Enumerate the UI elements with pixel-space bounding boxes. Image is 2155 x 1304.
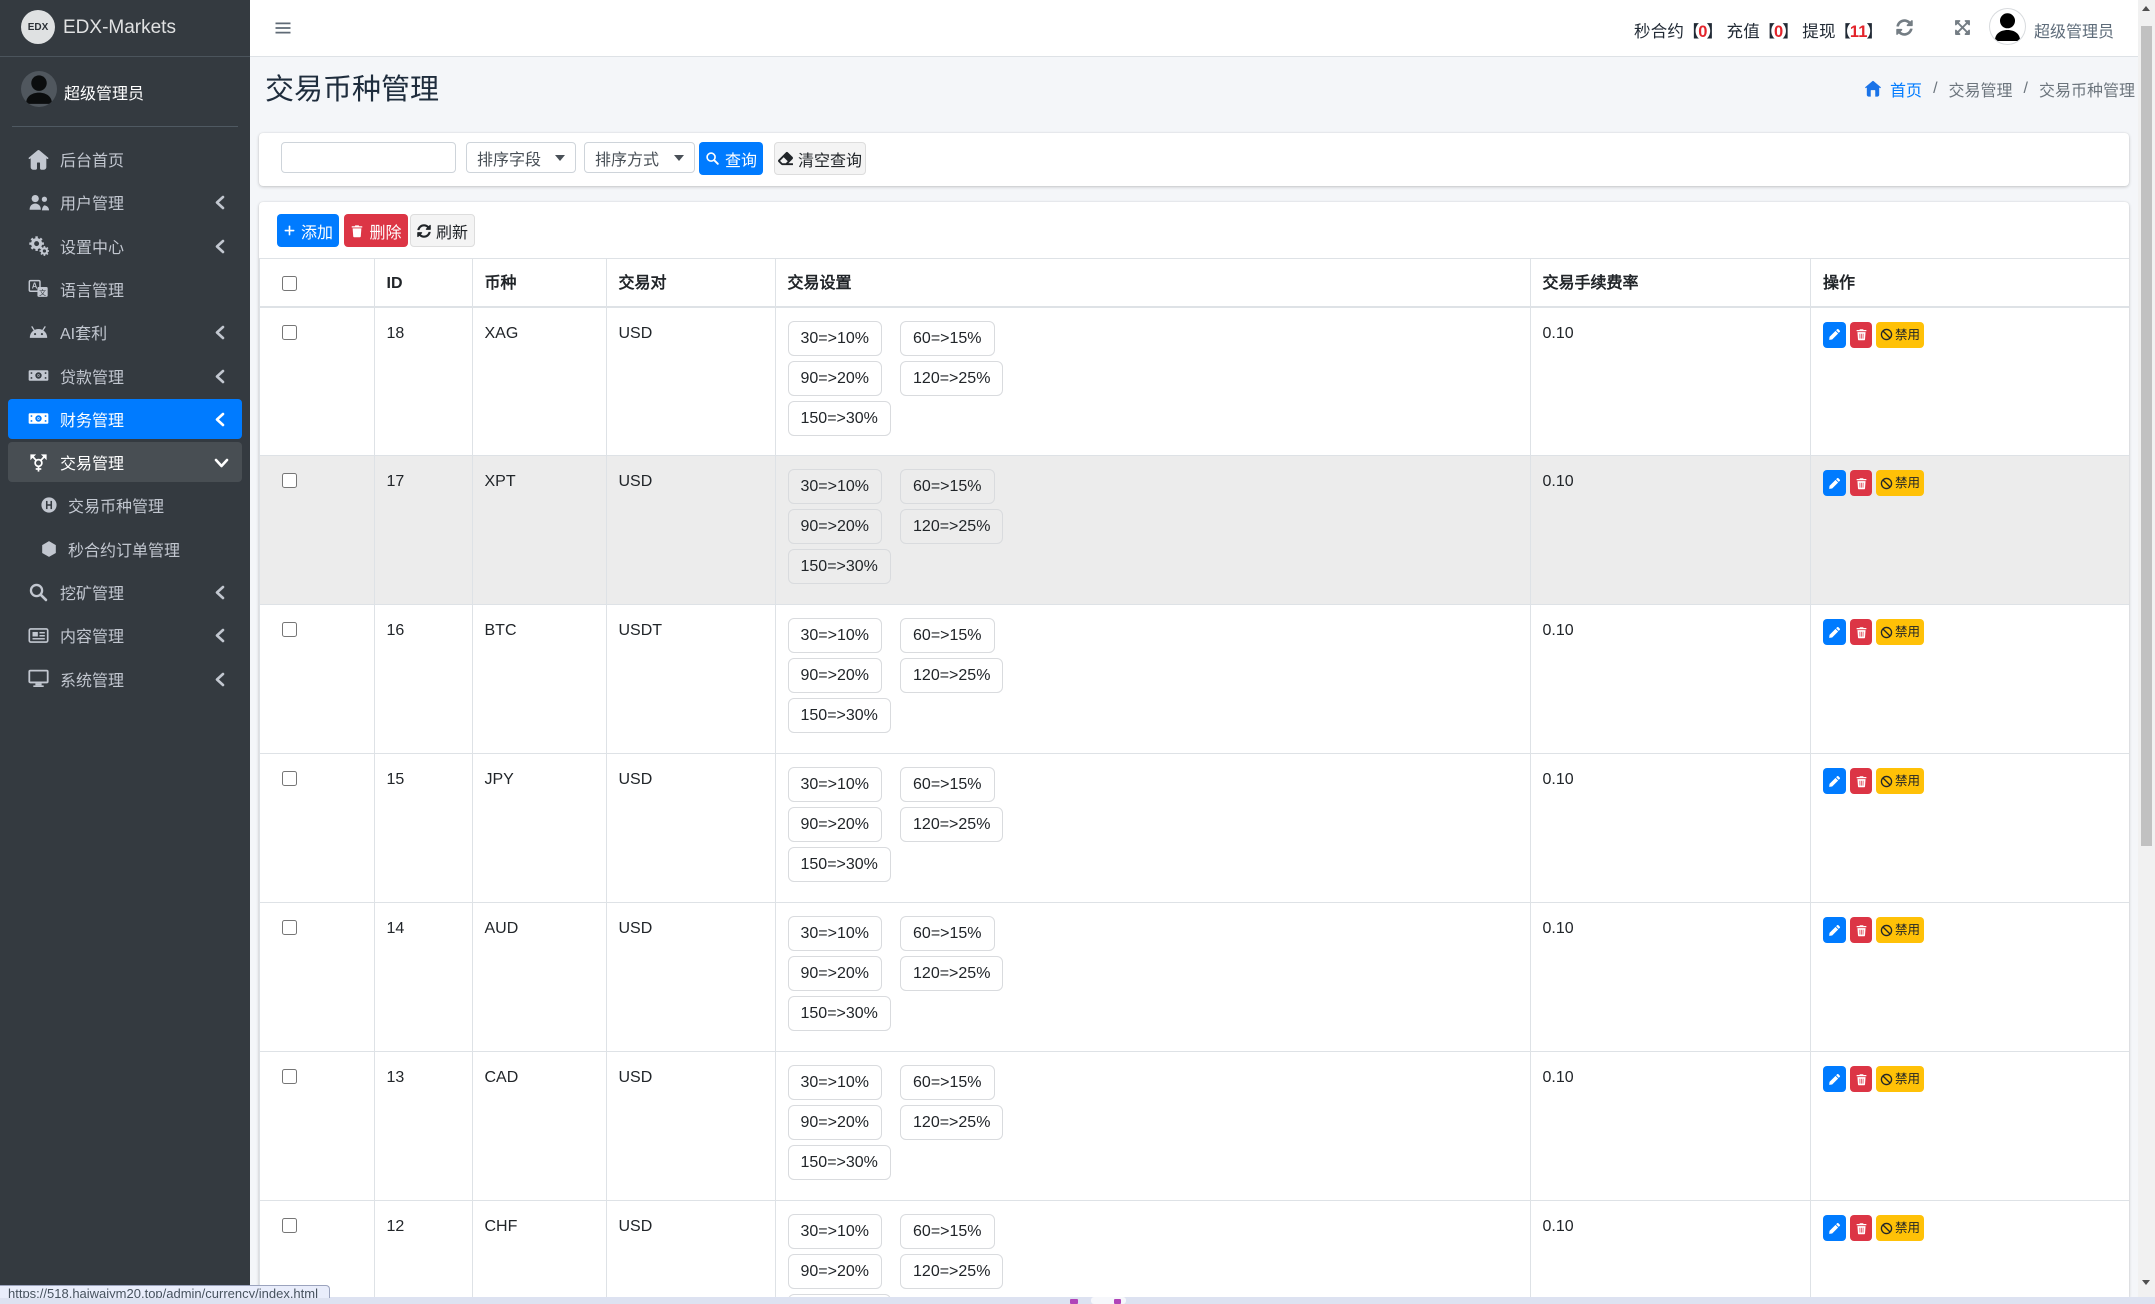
svg-text:A: A: [31, 282, 37, 291]
